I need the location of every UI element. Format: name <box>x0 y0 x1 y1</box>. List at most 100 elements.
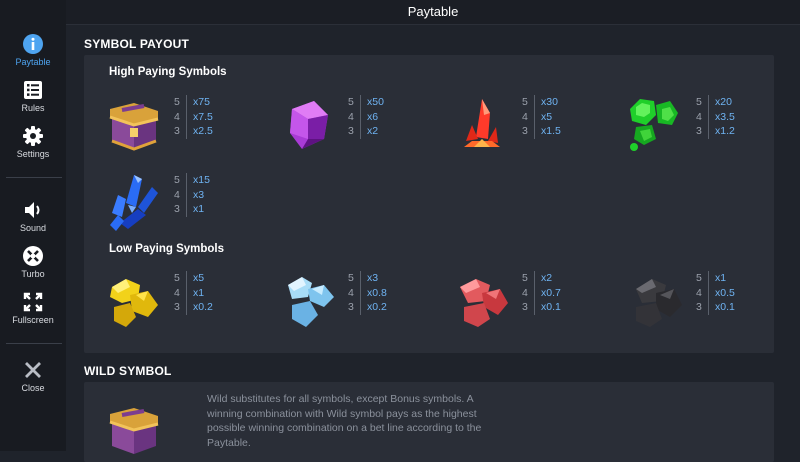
payout: x5 <box>193 272 205 284</box>
page-title: Paytable <box>66 0 800 25</box>
payout: x0.1 <box>715 301 735 313</box>
payout: x75 <box>193 96 210 108</box>
paytable-content: SYMBOL PAYOUT High Paying Symbols 5 x75 4… <box>66 25 800 462</box>
turbo-icon <box>23 246 43 266</box>
sidebar-item-label: Sound <box>19 223 47 233</box>
divider <box>6 177 62 178</box>
sidebar-item-sound[interactable]: Sound <box>0 199 66 233</box>
count: 5 <box>696 271 709 286</box>
payout: x20 <box>715 96 732 108</box>
symbol-treasure-chest: 5 x75 4 x7.5 3 x2.5 <box>104 95 274 161</box>
section-title-wild-symbol: WILD SYMBOL <box>84 364 172 378</box>
sidebar-item-turbo[interactable]: Turbo <box>0 245 66 279</box>
count: 3 <box>174 202 187 217</box>
coal-ore-icon <box>636 279 682 327</box>
payout: x50 <box>367 96 384 108</box>
count: 5 <box>174 95 187 110</box>
payout: x2.5 <box>193 125 213 137</box>
payout-list: 5 x50 4 x6 3 x2 <box>348 95 384 139</box>
sidebar-item-paytable[interactable]: Paytable <box>0 33 66 67</box>
count: 3 <box>174 124 187 139</box>
fullscreen-icon <box>23 292 43 312</box>
count: 4 <box>522 109 535 124</box>
ruby-ore-icon <box>460 279 508 327</box>
payout: x2 <box>367 125 379 137</box>
symbol-payout-panel: High Paying Symbols 5 x75 4 x7.5 3 x2.5 <box>84 55 774 353</box>
close-icon <box>25 362 41 378</box>
count: 3 <box>348 124 361 139</box>
count: 5 <box>174 173 187 188</box>
payout: x1.2 <box>715 125 735 137</box>
sidebar-item-label: Settings <box>16 149 50 159</box>
payout: x0.5 <box>715 286 735 299</box>
payout-list: 5 x2 4 x0.7 3 x0.1 <box>522 271 561 315</box>
blue-crystals-icon <box>110 175 158 231</box>
payout: x0.8 <box>367 286 387 299</box>
count: 4 <box>174 109 187 124</box>
sidebar-item-label: Turbo <box>21 269 45 279</box>
symbol-purple-gem: 5 x50 4 x6 3 x2 <box>278 95 448 161</box>
count: 4 <box>348 109 361 124</box>
count: 4 <box>348 285 361 300</box>
wild-description: Wild substitutes for all symbols, except… <box>207 393 482 449</box>
count: 4 <box>696 109 709 124</box>
sidebar-item-settings[interactable]: Settings <box>0 125 66 159</box>
sidebar-item-close[interactable]: Close <box>0 359 66 393</box>
high-paying-title: High Paying Symbols <box>109 66 227 78</box>
symbol-blue-crystals: 5 x15 4 x3 3 x1 <box>104 173 274 239</box>
count: 5 <box>696 95 709 110</box>
payout: x3.5 <box>715 110 735 123</box>
sidebar-item-label: Fullscreen <box>12 315 54 325</box>
payout: x0.7 <box>541 286 561 299</box>
green-gems-icon <box>630 99 678 151</box>
speaker-icon <box>25 202 40 218</box>
payout: x3 <box>367 272 379 284</box>
count: 5 <box>348 95 361 110</box>
count: 4 <box>522 285 535 300</box>
payout: x0.2 <box>367 301 387 313</box>
count: 5 <box>174 271 187 286</box>
sidebar: Paytable Rules Settings Sound Turbo Full… <box>0 0 66 451</box>
count: 4 <box>696 285 709 300</box>
low-paying-title: Low Paying Symbols <box>109 243 225 255</box>
info-icon <box>23 34 43 54</box>
count: 4 <box>174 187 187 202</box>
sidebar-item-rules[interactable]: Rules <box>0 79 66 113</box>
payout: x15 <box>193 174 210 186</box>
payout: x7.5 <box>193 110 213 123</box>
symbol-coal-ore: 5 x1 4 x0.5 3 x0.1 <box>626 271 796 337</box>
payout: x1 <box>193 203 205 215</box>
divider <box>6 343 62 344</box>
gold-ore-icon <box>110 279 158 327</box>
payout-list: 5 x30 4 x5 3 x1.5 <box>522 95 561 139</box>
sidebar-item-fullscreen[interactable]: Fullscreen <box>0 291 66 325</box>
sidebar-item-label: Paytable <box>15 57 51 67</box>
payout-list: 5 x3 4 x0.8 3 x0.2 <box>348 271 387 315</box>
count: 3 <box>522 300 535 315</box>
symbol-green-gems: 5 x20 4 x3.5 3 x1.2 <box>626 95 796 161</box>
sidebar-item-label: Rules <box>21 103 45 113</box>
payout: x3 <box>193 188 205 201</box>
ice-ore-icon <box>288 277 334 327</box>
symbol-red-crystal: 5 x30 4 x5 3 x1.5 <box>452 95 622 161</box>
count: 5 <box>522 95 535 110</box>
count: 3 <box>696 300 709 315</box>
payout: x0.2 <box>193 301 213 313</box>
payout: x6 <box>367 110 379 123</box>
count: 3 <box>348 300 361 315</box>
payout: x0.1 <box>541 301 561 313</box>
purple-gem-icon <box>290 101 328 149</box>
payout: x1.5 <box>541 125 561 137</box>
payout: x2 <box>541 272 553 284</box>
count: 5 <box>348 271 361 286</box>
count: 5 <box>522 271 535 286</box>
symbol-gold-ore: 5 x5 4 x1 3 x0.2 <box>104 271 274 337</box>
payout-list: 5 x20 4 x3.5 3 x1.2 <box>696 95 735 139</box>
list-icon <box>24 81 42 99</box>
count: 3 <box>522 124 535 139</box>
sidebar-item-label: Close <box>21 383 45 393</box>
payout: x1 <box>715 272 727 284</box>
payout-list: 5 x75 4 x7.5 3 x2.5 <box>174 95 213 139</box>
count: 4 <box>174 285 187 300</box>
gear-icon <box>23 126 43 146</box>
